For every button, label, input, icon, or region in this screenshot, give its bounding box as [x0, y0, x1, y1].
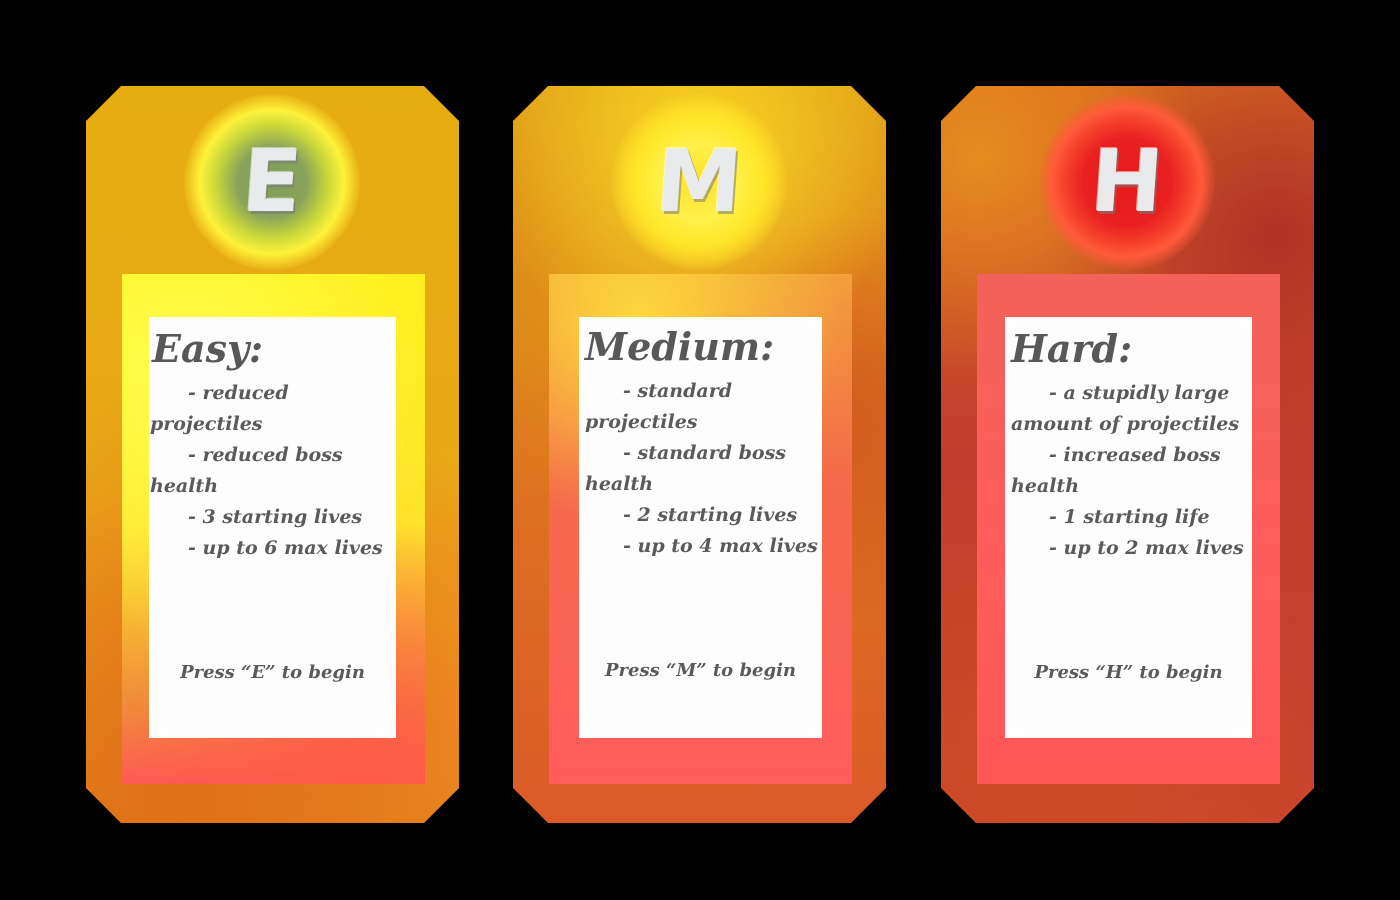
difficulty-letter: E [239, 132, 305, 232]
difficulty-badge-hard: H [1039, 94, 1215, 270]
feature-item: - increased boss health [1011, 444, 1221, 497]
difficulty-card-easy[interactable]: E Easy: - reduced projectiles - reduced … [86, 86, 459, 823]
feature-item: - 1 starting life [1049, 506, 1210, 528]
difficulty-select-screen: E Easy: - reduced projectiles - reduced … [0, 0, 1400, 900]
difficulty-letter: M [652, 132, 746, 232]
difficulty-card-medium[interactable]: M Medium: - standard projectiles - stand… [513, 86, 886, 823]
difficulty-feature-list: - a stupidly large amount of projectiles… [1011, 378, 1259, 564]
feature-item: - up to 4 max lives [623, 535, 818, 557]
start-prompt-easy: Press “E” to begin [180, 662, 365, 683]
difficulty-feature-list: - standard projectiles - standard boss h… [585, 376, 830, 562]
start-prompt-hard: Press “H” to begin [1034, 662, 1223, 683]
difficulty-card-hard[interactable]: H Hard: - a stupidly large amount of pro… [941, 86, 1314, 823]
difficulty-title: Easy: [152, 326, 264, 371]
feature-item: - up to 2 max lives [1049, 537, 1244, 559]
difficulty-feature-list: - reduced projectiles - reduced boss hea… [150, 378, 400, 564]
feature-item: - a stupidly large amount of projectiles [1011, 382, 1240, 435]
feature-item: - 3 starting lives [188, 506, 363, 528]
feature-item: - reduced boss health [150, 444, 343, 497]
feature-item: - standard projectiles [585, 380, 732, 433]
difficulty-letter: H [1087, 132, 1167, 232]
feature-item: - standard boss health [585, 442, 786, 495]
difficulty-badge-easy: E [184, 94, 360, 270]
feature-item: - up to 6 max lives [188, 537, 383, 559]
start-prompt-medium: Press “M” to begin [604, 660, 797, 681]
feature-item: - reduced projectiles [150, 382, 289, 435]
feature-item: - 2 starting lives [623, 504, 798, 526]
difficulty-title: Hard: [1011, 326, 1133, 371]
difficulty-badge-medium: M [611, 94, 787, 270]
difficulty-title: Medium: [585, 324, 775, 369]
